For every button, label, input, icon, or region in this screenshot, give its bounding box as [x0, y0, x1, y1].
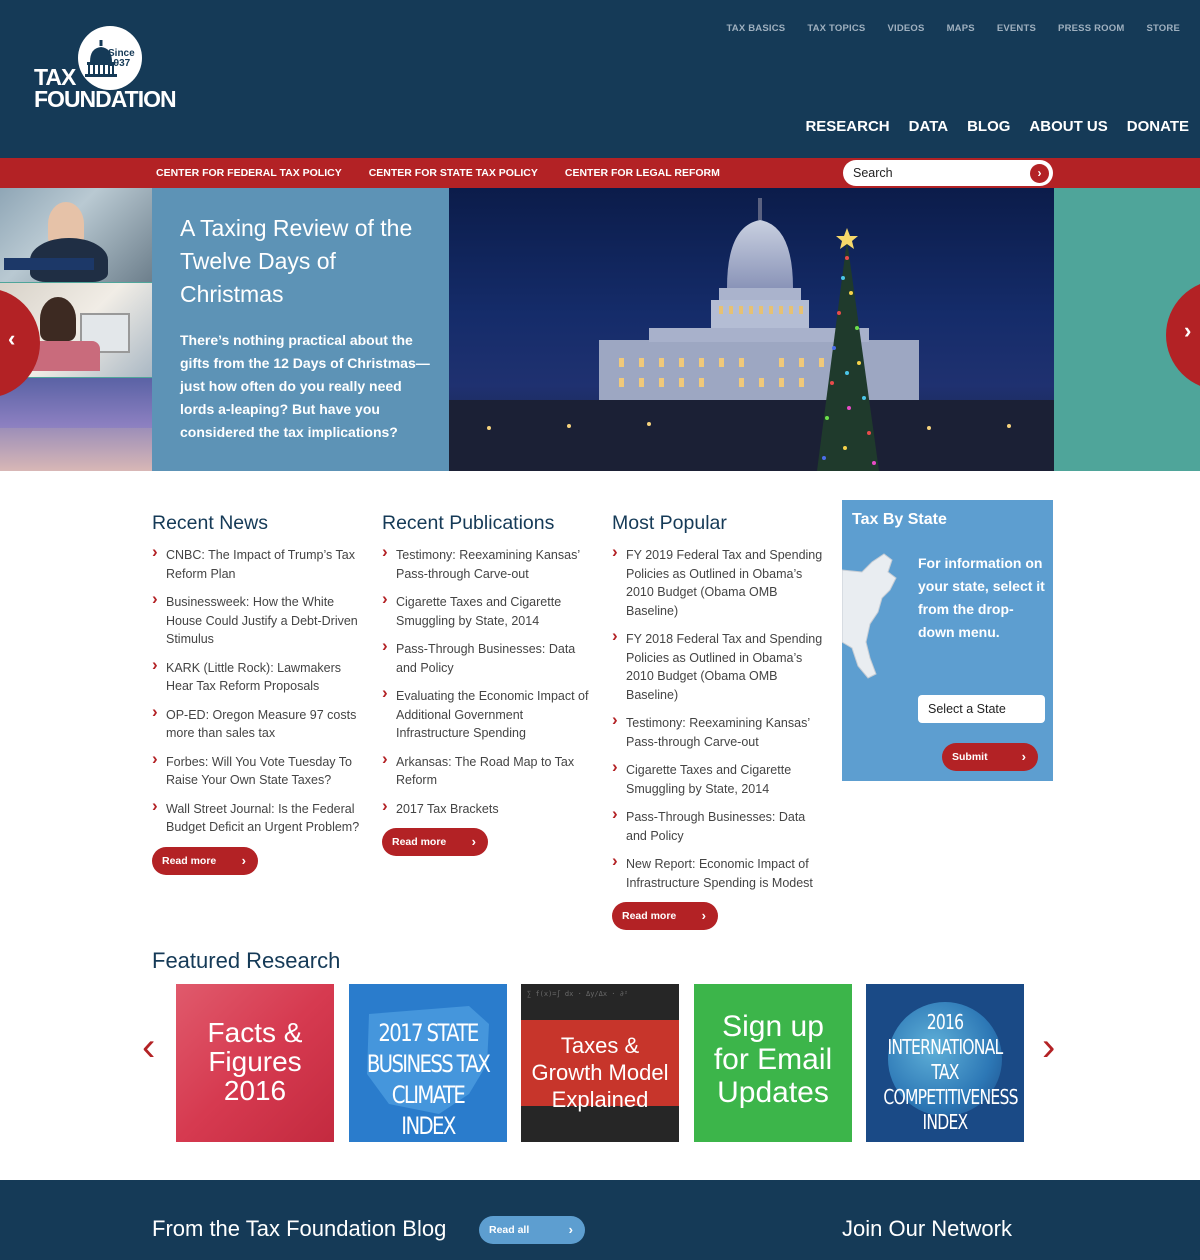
list-item[interactable]: Wall Street Journal: Is the Federal Budg…: [152, 797, 364, 837]
featured-tile-email-signup[interactable]: Sign up for Email Updates: [694, 984, 852, 1142]
nav-tax-topics[interactable]: TAX TOPICS: [807, 23, 865, 34]
us-east-coast-map-icon: [842, 553, 897, 679]
list-item[interactable]: OP-ED: Oregon Measure 97 costs more than…: [152, 703, 364, 743]
hero-carousel: A Taxing Review of the Twelve Days of Ch…: [0, 188, 1200, 471]
state-submit-button[interactable]: Submit ›: [942, 743, 1038, 771]
tax-by-state-heading: Tax By State: [852, 511, 947, 528]
nav-store[interactable]: STORE: [1146, 23, 1180, 34]
chevron-right-icon: ›: [471, 834, 476, 849]
capitol-tree-illustration: [449, 198, 1054, 471]
footer-band: From the Tax Foundation Blog Read all › J…: [0, 1180, 1200, 1260]
featured-next-button[interactable]: ›: [1042, 1025, 1055, 1070]
hero-description: There’s nothing practical about the gift…: [180, 332, 430, 440]
nav-maps[interactable]: MAPS: [947, 23, 975, 34]
recent-news-section: Recent News CNBC: The Impact of Trump’s …: [152, 512, 364, 875]
featured-prev-button[interactable]: ‹: [142, 1025, 155, 1070]
nav-videos[interactable]: VIDEOS: [887, 23, 924, 34]
centers-bar: CENTER FOR FEDERAL TAX POLICY CENTER FOR…: [0, 158, 1200, 188]
nav-data[interactable]: DATA: [909, 118, 948, 135]
most-popular-read-more-button[interactable]: Read more ›: [612, 902, 718, 930]
search-input[interactable]: [853, 164, 1023, 182]
hero-image-capitol-christmas[interactable]: [449, 188, 1054, 471]
tax-foundation-logo[interactable]: Since 1937 TAX FOUNDATION: [34, 26, 204, 116]
featured-research-heading: Featured Research: [152, 948, 341, 973]
nav-events[interactable]: EVENTS: [997, 23, 1036, 34]
chevron-right-icon: ›: [1021, 749, 1026, 764]
list-item[interactable]: Businessweek: How the White House Could …: [152, 590, 364, 649]
list-item[interactable]: Cigarette Taxes and Cigarette Smuggling …: [612, 758, 824, 798]
search-box: ›: [843, 160, 1053, 186]
main-nav: RESEARCH DATA BLOG ABOUT US DONATE: [786, 118, 1189, 135]
nav-about-us[interactable]: ABOUT US: [1029, 118, 1107, 135]
featured-tile-state-business-tax[interactable]: 2017 STATE BUSINESS TAX CLIMATE INDEX: [349, 984, 507, 1142]
chevron-right-icon: ›: [1184, 318, 1192, 343]
nav-donate[interactable]: DONATE: [1127, 118, 1189, 135]
nav-blog[interactable]: BLOG: [967, 118, 1010, 135]
nav-center-state[interactable]: CENTER FOR STATE TAX POLICY: [369, 167, 538, 179]
search-submit-button[interactable]: ›: [1030, 164, 1049, 183]
utility-nav: TAX BASICS TAX TOPICS VIDEOS MAPS EVENTS…: [704, 23, 1180, 34]
list-item[interactable]: FY 2018 Federal Tax and Spending Policie…: [612, 627, 824, 704]
thumbnail-video-interview[interactable]: [0, 188, 152, 282]
join-network-heading: Join Our Network: [842, 1216, 1012, 1241]
recent-publications-read-more-button[interactable]: Read more ›: [382, 828, 488, 856]
list-item[interactable]: Forbes: Will You Vote Tuesday To Raise Y…: [152, 750, 364, 790]
list-item[interactable]: Pass-Through Businesses: Data and Policy: [382, 637, 594, 677]
list-item[interactable]: Cigarette Taxes and Cigarette Smuggling …: [382, 590, 594, 630]
featured-tile-international-tax[interactable]: 2016 INTERNATIONAL TAX COMPETITIVENESS I…: [866, 984, 1024, 1142]
nav-tax-basics[interactable]: TAX BASICS: [726, 23, 785, 34]
tax-by-state-text: For information on your state, select it…: [918, 555, 1045, 640]
nav-press-room[interactable]: PRESS ROOM: [1058, 23, 1124, 34]
chevron-right-icon: ›: [241, 852, 246, 868]
logo-wordmark: TAX FOUNDATION: [34, 64, 177, 112]
list-item[interactable]: FY 2019 Federal Tax and Spending Policie…: [612, 543, 824, 620]
recent-news-heading: Recent News: [152, 512, 268, 534]
thumbnail-event-hall[interactable]: [0, 378, 152, 471]
chevron-left-icon: ‹: [8, 326, 16, 351]
recent-news-read-more-button[interactable]: Read more ›: [152, 846, 258, 875]
most-popular-heading: Most Popular: [612, 512, 727, 534]
recent-publications-section: Recent Publications Testimony: Reexamini…: [382, 512, 594, 856]
list-item[interactable]: New Report: Economic Impact of Infrastru…: [612, 852, 824, 892]
list-item[interactable]: Testimony: Reexamining Kansas’ Pass-thro…: [382, 543, 594, 583]
list-item[interactable]: KARK (Little Rock): Lawmakers Hear Tax R…: [152, 656, 364, 696]
blog-read-all-button[interactable]: Read all ›: [479, 1216, 585, 1244]
nav-research[interactable]: RESEARCH: [805, 118, 889, 135]
chevron-right-icon: ›: [568, 1222, 573, 1237]
blog-heading: From the Tax Foundation Blog: [152, 1216, 447, 1241]
nav-center-legal[interactable]: CENTER FOR LEGAL REFORM: [565, 167, 720, 179]
hero-text-panel: A Taxing Review of the Twelve Days of Ch…: [152, 188, 449, 471]
featured-tile-taxes-growth-model[interactable]: ∑ f(x)=∫ dx · Δy/Δx · ∂² Taxes & Growth …: [521, 984, 679, 1142]
most-popular-section: Most Popular FY 2019 Federal Tax and Spe…: [612, 512, 824, 930]
chevron-right-icon: ›: [701, 908, 706, 923]
list-item[interactable]: 2017 Tax Brackets: [382, 797, 594, 819]
list-item[interactable]: Pass-Through Businesses: Data and Policy: [612, 805, 824, 845]
state-select-dropdown[interactable]: Select a State: [918, 695, 1045, 723]
featured-tile-facts-figures[interactable]: Facts & Figures 2016: [176, 984, 334, 1142]
hero-title[interactable]: A Taxing Review of the Twelve Days of Ch…: [180, 212, 430, 311]
recent-publications-heading: Recent Publications: [382, 512, 555, 534]
list-item[interactable]: CNBC: The Impact of Trump’s Tax Reform P…: [152, 543, 364, 583]
list-item[interactable]: Evaluating the Economic Impact of Additi…: [382, 684, 594, 743]
tax-by-state-widget: Tax By State For information on your sta…: [842, 500, 1053, 781]
list-item[interactable]: Testimony: Reexamining Kansas’ Pass-thro…: [612, 711, 824, 751]
list-item[interactable]: Arkansas: The Road Map to Tax Reform: [382, 750, 594, 790]
nav-center-federal[interactable]: CENTER FOR FEDERAL TAX POLICY: [156, 167, 342, 179]
site-header: Since 1937 TAX FOUNDATION TAX BASICS TAX…: [0, 0, 1200, 158]
centers-nav: CENTER FOR FEDERAL TAX POLICY CENTER FOR…: [156, 167, 747, 179]
